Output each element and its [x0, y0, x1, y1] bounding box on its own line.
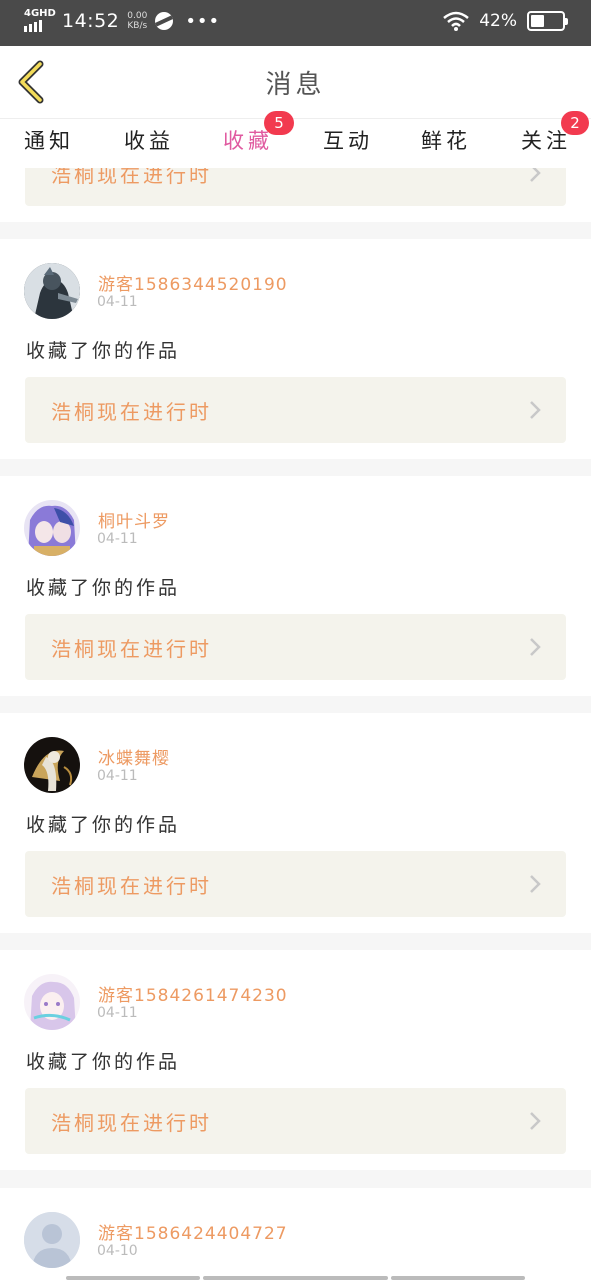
- timestamp: 04-11: [97, 294, 138, 310]
- action-text: 收藏了你的作品: [26, 1051, 181, 1073]
- tab-interactions[interactable]: 互动: [323, 125, 373, 155]
- chevron-right-icon: [530, 638, 541, 656]
- notification-list[interactable]: 浩桐现在进行时 游客1586344520190 04-11 收藏了你的作品 浩桐…: [0, 168, 591, 1280]
- battery-level: [531, 15, 544, 27]
- tab-label: 收藏: [223, 129, 273, 153]
- tab-label: 通知: [24, 129, 74, 153]
- message-tabs: 通知 收益 收藏 5 互动 鲜花 关注 2: [0, 111, 591, 171]
- username[interactable]: 游客1586344520190: [98, 270, 288, 295]
- tab-flowers[interactable]: 鲜花: [421, 125, 471, 155]
- avatar-image: [24, 737, 80, 793]
- scroll-indicator: [391, 1276, 525, 1280]
- more-notifications-icon: •••: [185, 10, 221, 32]
- work-link[interactable]: 浩桐现在进行时: [25, 1088, 566, 1154]
- work-link[interactable]: 浩桐现在进行时: [25, 168, 566, 206]
- chevron-right-icon: [530, 875, 541, 893]
- username[interactable]: 游客1584261474230: [98, 981, 288, 1006]
- battery-icon: [527, 11, 568, 31]
- action-text: 收藏了你的作品: [26, 814, 181, 836]
- work-title: 浩桐现在进行时: [51, 637, 212, 661]
- work-title: 浩桐现在进行时: [51, 168, 212, 187]
- tab-label: 互动: [323, 129, 373, 153]
- unread-badge: 2: [561, 111, 589, 135]
- avatar[interactable]: [24, 500, 80, 556]
- avatar[interactable]: [24, 974, 80, 1030]
- chevron-right-icon: [530, 401, 541, 419]
- username[interactable]: 桐叶斗罗: [98, 507, 170, 532]
- work-link[interactable]: 浩桐现在进行时: [25, 851, 566, 917]
- action-text: 收藏了你的作品: [26, 340, 181, 362]
- username[interactable]: 冰蝶舞樱: [98, 744, 170, 769]
- action-text: 收藏了你的作品: [26, 577, 181, 599]
- tab-label: 收益: [124, 129, 174, 153]
- list-item: 浩桐现在进行时: [0, 168, 591, 222]
- list-item: 游客1586424404727 04-10: [0, 1188, 591, 1280]
- list-item: 游客1584261474230 04-11 收藏了你的作品 浩桐现在进行时: [0, 950, 591, 1170]
- timestamp: 04-11: [97, 1005, 138, 1021]
- app-notification-icon: [155, 12, 174, 30]
- scroll-indicator: [66, 1276, 200, 1280]
- list-item: 桐叶斗罗 04-11 收藏了你的作品 浩桐现在进行时: [0, 476, 591, 696]
- chevron-right-icon: [530, 1112, 541, 1130]
- list-item: 冰蝶舞樱 04-11 收藏了你的作品 浩桐现在进行时: [0, 713, 591, 933]
- network-type: 4GHD: [24, 8, 56, 19]
- tab-favorites[interactable]: 收藏 5: [223, 111, 294, 171]
- tab-label: 鲜花: [421, 129, 471, 153]
- app-header: 消息: [0, 46, 591, 118]
- tab-earnings[interactable]: 收益: [124, 125, 174, 155]
- work-title: 浩桐现在进行时: [51, 1111, 212, 1135]
- cellular-signal-icon: 4GHD: [24, 8, 56, 32]
- work-title: 浩桐现在进行时: [51, 400, 212, 424]
- avatar[interactable]: [24, 263, 80, 319]
- avatar[interactable]: [24, 737, 80, 793]
- work-title: 浩桐现在进行时: [51, 874, 212, 898]
- tab-label: 关注: [521, 129, 571, 153]
- chevron-right-icon: [530, 168, 541, 182]
- network-speed-unit: KB/s: [127, 21, 148, 31]
- default-avatar-icon[interactable]: [24, 1212, 80, 1268]
- unread-badge: 5: [264, 111, 294, 135]
- avatar-image: [24, 974, 80, 1030]
- timestamp: 04-11: [97, 531, 138, 547]
- username[interactable]: 游客1586424404727: [98, 1219, 288, 1244]
- tab-notice[interactable]: 通知: [24, 125, 74, 155]
- avatar-image: [24, 500, 80, 556]
- tab-follow[interactable]: 关注 2: [521, 111, 589, 155]
- status-bar: 4GHD 14:52 0.00 KB/s ••• 42%: [0, 0, 591, 46]
- battery-percent: 42%: [479, 11, 517, 31]
- work-link[interactable]: 浩桐现在进行时: [25, 377, 566, 443]
- avatar-image: [24, 263, 80, 319]
- wifi-icon: [443, 11, 470, 31]
- clock: 14:52: [62, 10, 120, 32]
- timestamp: 04-10: [97, 1243, 138, 1259]
- timestamp: 04-11: [97, 768, 138, 784]
- avatar-image: [24, 1212, 80, 1268]
- work-link[interactable]: 浩桐现在进行时: [25, 614, 566, 680]
- network-speed-value: 0.00: [127, 11, 148, 21]
- scroll-indicator: [203, 1276, 388, 1280]
- network-speed: 0.00 KB/s: [127, 11, 147, 31]
- list-item: 游客1586344520190 04-11 收藏了你的作品 浩桐现在进行时: [0, 239, 591, 459]
- page-title: 消息: [265, 70, 326, 100]
